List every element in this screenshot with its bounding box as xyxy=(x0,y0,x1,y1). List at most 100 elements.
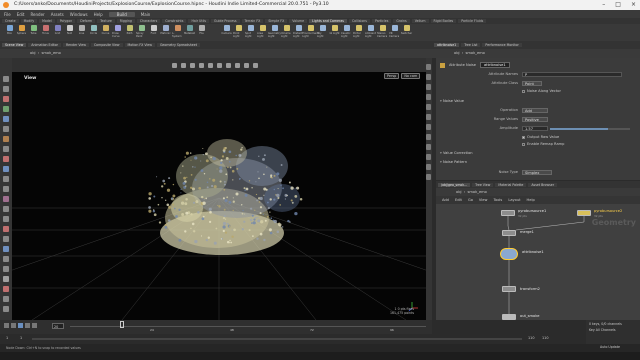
shelf-tab[interactable]: Guide Process xyxy=(211,19,240,23)
viewport-tool-icon[interactable] xyxy=(3,266,9,272)
shelf-tab[interactable]: Create xyxy=(2,19,19,23)
viewport-tool-icon[interactable] xyxy=(3,86,9,92)
display-option-icon[interactable] xyxy=(426,84,431,90)
handle-icon[interactable] xyxy=(190,62,195,68)
viewport-tool-icon[interactable] xyxy=(3,136,9,142)
light-tool-stereo-camera[interactable]: Stereo Camera xyxy=(377,24,388,38)
viewport-tool-icon[interactable] xyxy=(3,256,9,262)
section-noise-pattern[interactable]: Noise Pattern xyxy=(440,160,467,164)
parameter-tab[interactable]: Performance Monitor xyxy=(482,43,522,47)
display-option-icon[interactable] xyxy=(426,114,431,120)
display-option-icon[interactable] xyxy=(426,174,431,180)
operation-menu[interactable]: Add xyxy=(522,108,548,113)
shelf-tool-circle[interactable]: Circle xyxy=(88,24,99,35)
light-tool-camera[interactable]: Camera xyxy=(221,24,232,35)
noise-along-vector-toggle[interactable]: Noise Along Vector xyxy=(522,89,561,93)
display-option-icon[interactable] xyxy=(426,144,431,150)
shelf-tab[interactable]: Rigging xyxy=(116,19,135,23)
shelf-tool-line[interactable]: Line xyxy=(76,24,87,35)
network-menu-item[interactable]: Tools xyxy=(493,198,502,202)
shelf-tool-l-system[interactable]: L-System xyxy=(172,24,183,38)
network-menu-item[interactable]: Go xyxy=(468,198,473,202)
desktop-select[interactable]: Build xyxy=(108,11,135,17)
light-tool-switcher[interactable]: Switcher xyxy=(401,24,412,35)
shelf-tool-spray-paint[interactable]: Spray Paint xyxy=(136,24,147,38)
viewport-tool-icon[interactable] xyxy=(3,106,9,112)
viewport-tool-icon[interactable] xyxy=(3,216,9,222)
light-tool-geometry-light[interactable]: Geometry Light xyxy=(268,24,281,38)
range-slider[interactable] xyxy=(32,338,522,340)
light-tool-caustic-light[interactable]: Caustic Light xyxy=(341,24,352,38)
shelf-tab[interactable]: Grains xyxy=(393,19,410,23)
pane-tab[interactable]: Animation Editor xyxy=(28,43,61,47)
range-end[interactable]: 110 xyxy=(528,336,534,340)
light-tool-volume-light[interactable]: Volume Light xyxy=(281,24,292,38)
menu-assets[interactable]: Assets xyxy=(51,12,64,17)
vertices-icon[interactable] xyxy=(235,62,240,68)
rpath-node[interactable]: smok_emo xyxy=(466,51,485,55)
network-menu-item[interactable]: Edit xyxy=(455,198,462,202)
viewport-tool-icon[interactable] xyxy=(3,226,9,232)
rpath-obj[interactable]: obj xyxy=(454,51,459,55)
network-menu-item[interactable]: Layout xyxy=(508,198,520,202)
shelf-tool-font[interactable]: Font xyxy=(148,24,159,35)
range-start-2[interactable]: 1 xyxy=(20,336,22,340)
step-back-button[interactable] xyxy=(11,323,16,328)
section-noise-value[interactable]: Noise Value xyxy=(440,99,464,103)
shelf-tab[interactable]: Characters xyxy=(136,19,161,23)
select-mode-icon[interactable] xyxy=(199,62,204,68)
cam-menu[interactable]: No cam xyxy=(401,73,421,79)
menu-render[interactable]: Render xyxy=(30,12,44,17)
context-select[interactable]: Main xyxy=(141,12,151,17)
network-tab[interactable]: Asset Browser xyxy=(528,182,558,187)
noise-type-menu[interactable]: Simplex xyxy=(522,170,552,175)
light-tool-area-light[interactable]: Area Light xyxy=(257,24,268,38)
shelf-tab[interactable]: Constraints xyxy=(162,19,187,23)
npath-obj[interactable]: obj xyxy=(456,190,461,194)
shelf-tool-metaball[interactable]: Metaball xyxy=(184,24,195,35)
attribute-class-menu[interactable]: Point xyxy=(522,81,542,86)
viewport-tool-icon[interactable] xyxy=(3,286,9,292)
viewport-tool-icon[interactable] xyxy=(3,246,9,252)
light-tool-spot-light[interactable]: Spot Light xyxy=(245,24,256,38)
output-raw-toggle[interactable]: Output Raw Value xyxy=(522,135,559,139)
section-value-correction[interactable]: Value Correction xyxy=(440,151,473,155)
enable-remap-toggle[interactable]: Enable Remap Ramp xyxy=(522,142,564,146)
node-pyrobursource2[interactable] xyxy=(577,210,591,216)
menu-edit[interactable]: Edit xyxy=(17,12,25,17)
shelf-tab[interactable]: Modify xyxy=(20,19,38,23)
minimize-button[interactable]: – xyxy=(602,0,605,10)
pane-tab[interactable]: Scene View xyxy=(2,43,27,47)
shelf-tool-null[interactable]: Null xyxy=(64,24,75,35)
shelf-tab[interactable]: Volume xyxy=(289,19,308,23)
maximize-button[interactable]: □ xyxy=(615,0,621,10)
light-tool-portal-light[interactable]: Portal Light xyxy=(353,24,364,38)
shelf-tab[interactable]: Particles xyxy=(371,19,392,23)
node-attribnoise1[interactable] xyxy=(500,248,518,260)
viewport-tool-icon[interactable] xyxy=(3,96,9,102)
pane-tab[interactable]: Geometry Spreadsheet xyxy=(156,43,200,47)
points-icon[interactable] xyxy=(208,62,213,68)
path-obj[interactable]: obj xyxy=(30,51,35,55)
pane-tab[interactable]: Composite View xyxy=(90,43,123,47)
shelf-tool-box[interactable]: Box xyxy=(4,24,15,35)
shelf-tool-curve[interactable]: Curve xyxy=(100,24,111,35)
jump-start-button[interactable] xyxy=(4,323,9,328)
viewport-tool-icon[interactable] xyxy=(3,126,9,132)
parameter-tab[interactable]: attribnoise1 xyxy=(434,43,460,47)
viewport-tool-icon[interactable] xyxy=(3,76,9,82)
network-menu-item[interactable]: Add xyxy=(442,198,449,202)
light-tool-sky-light[interactable]: Sky Light xyxy=(317,24,328,38)
shelf-tab[interactable]: Texture xyxy=(97,19,115,23)
display-option-icon[interactable] xyxy=(426,104,431,110)
display-option-icon[interactable] xyxy=(426,154,431,160)
shelf-tab[interactable]: Collisions xyxy=(348,19,370,23)
shelf-tab[interactable]: Particle Fluids xyxy=(458,19,487,23)
node-out-smoke[interactable] xyxy=(502,314,516,320)
menu-help[interactable]: Help xyxy=(94,12,103,17)
range-start[interactable]: 1 xyxy=(6,336,8,340)
jump-end-button[interactable] xyxy=(32,323,37,328)
shelf-tool-tube[interactable]: Tube xyxy=(28,24,39,35)
display-option-icon[interactable] xyxy=(426,164,431,170)
scene-viewport[interactable] xyxy=(12,58,426,320)
